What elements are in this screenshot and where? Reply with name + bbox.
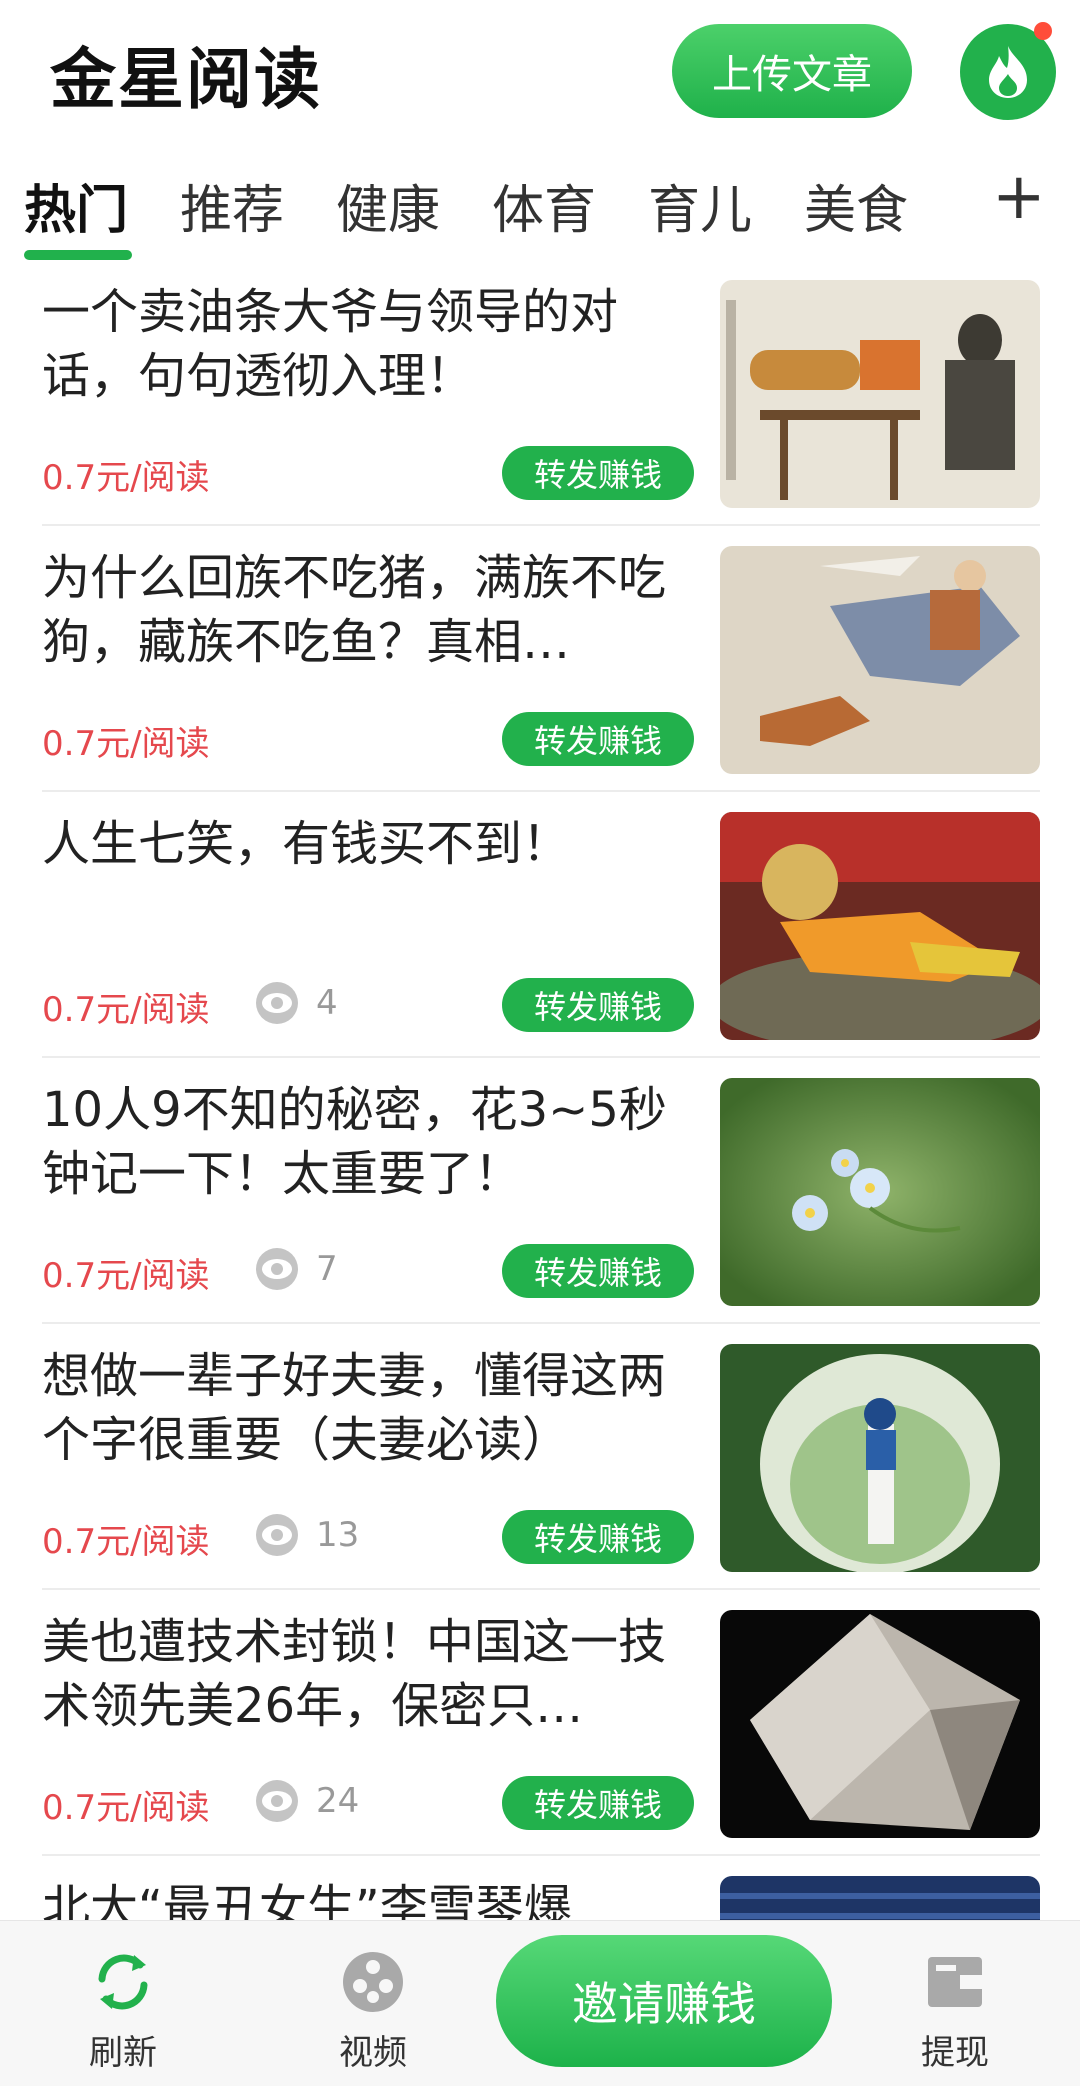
bottom-navigation: 刷新 视频 邀请赚钱 提现 [0,1920,1080,2086]
article-title: 人生七笑，有钱买不到！ [42,816,571,872]
add-category-button[interactable]: + [992,160,1046,234]
wallet-icon [928,1957,982,2007]
view-count-value: 4 [316,983,338,1023]
nav-video[interactable]: 视频 [298,1949,448,2074]
article-card[interactable]: 想做一辈子好夫妻，懂得这两个字很重要（夫妻必读） 0.7元/阅读 13 转发赚钱 [42,1324,1040,1590]
nav-withdraw[interactable]: 提现 [880,1949,1030,2074]
view-count-value: 24 [316,1781,360,1821]
nav-withdraw-label: 提现 [921,2033,989,2073]
article-thumbnail[interactable] [720,1344,1040,1572]
article-title: 一个卖油条大爷与领导的对话，句句透彻入理！ [42,284,619,404]
view-count: 7 [254,1246,338,1292]
article-card[interactable]: 10人9不知的秘密，花3~5秒钟记一下！太重要了！ 0.7元/阅读 7 转发赚钱 [42,1058,1040,1324]
nav-refresh-label: 刷新 [89,2033,157,2073]
share-earn-button[interactable]: 转发赚钱 [502,1244,694,1298]
tab-hot[interactable]: 热门 [24,168,128,243]
view-count-value: 7 [316,1249,338,1289]
article-card[interactable]: 人生七笑，有钱买不到！ 0.7元/阅读 4 转发赚钱 [42,792,1040,1058]
film-reel-icon [343,1952,403,2012]
price-per-read: 0.7元/阅读 [42,1522,210,1562]
upload-article-button[interactable]: 上传文章 [672,24,912,118]
app-title: 金星阅读 [50,41,322,118]
view-count: 4 [254,980,338,1026]
article-title: 为什么回族不吃猪，满族不吃狗，藏族不吃鱼？真相… [42,550,667,670]
article-thumbnail[interactable] [720,812,1040,1040]
article-thumbnail[interactable] [720,1876,1040,1920]
price-per-read: 0.7元/阅读 [42,1256,210,1296]
fire-icon [989,46,1027,98]
article-title: 想做一辈子好夫妻，懂得这两个字很重要（夫妻必读） [42,1348,667,1468]
share-earn-button[interactable]: 转发赚钱 [502,712,694,766]
article-title: 北大“最丑女生”李雪琴爆 [42,1880,572,1920]
view-count: 24 [254,1778,359,1824]
eye-icon [256,1514,298,1556]
article-title: 10人9不知的秘密，花3~5秒钟记一下！太重要了！ [42,1082,667,1202]
tab-food[interactable]: 美食 [804,168,908,243]
tab-health[interactable]: 健康 [336,168,440,243]
view-count-value: 13 [316,1515,360,1555]
tab-sports[interactable]: 体育 [492,168,596,243]
article-thumbnail[interactable] [720,546,1040,774]
eye-icon [256,982,298,1024]
nav-refresh[interactable]: 刷新 [48,1949,198,2074]
price-per-read: 0.7元/阅读 [42,458,210,498]
article-thumbnail[interactable] [720,1078,1040,1306]
article-card[interactable]: 北大“最丑女生”李雪琴爆 [42,1856,1040,1920]
article-title: 美也遭技术封锁！中国这一技术领先美26年，保密只… [42,1614,667,1734]
share-earn-button[interactable]: 转发赚钱 [502,1510,694,1564]
hot-fire-button[interactable] [960,22,1056,120]
refresh-icon [98,1954,148,2010]
article-feed: 一个卖油条大爷与领导的对话，句句透彻入理！ 0.7元/阅读 转发赚钱 为什么回族… [0,260,1080,1920]
category-tabs: 热门 推荐 健康 体育 育儿 美食 + [0,160,1080,270]
price-per-read: 0.7元/阅读 [42,990,210,1030]
eye-icon [256,1248,298,1290]
article-card[interactable]: 为什么回族不吃猪，满族不吃狗，藏族不吃鱼？真相… 0.7元/阅读 转发赚钱 [42,526,1040,792]
eye-icon [256,1780,298,1822]
article-thumbnail[interactable] [720,1610,1040,1838]
nav-video-label: 视频 [339,2033,407,2073]
share-earn-button[interactable]: 转发赚钱 [502,978,694,1032]
app-header: 金星阅读 上传文章 [0,0,1080,145]
active-tab-indicator [24,250,132,260]
notification-dot [1034,22,1052,40]
share-earn-button[interactable]: 转发赚钱 [502,1776,694,1830]
article-thumbnail[interactable] [720,280,1040,508]
view-count: 13 [254,1512,359,1558]
share-earn-button[interactable]: 转发赚钱 [502,446,694,500]
tab-recommend[interactable]: 推荐 [180,168,284,243]
price-per-read: 0.7元/阅读 [42,1788,210,1828]
invite-earn-button[interactable]: 邀请赚钱 [496,1935,832,2067]
price-per-read: 0.7元/阅读 [42,724,210,764]
article-card[interactable]: 美也遭技术封锁！中国这一技术领先美26年，保密只… 0.7元/阅读 24 转发赚… [42,1590,1040,1856]
tab-parenting[interactable]: 育儿 [648,168,752,243]
article-card[interactable]: 一个卖油条大爷与领导的对话，句句透彻入理！ 0.7元/阅读 转发赚钱 [42,260,1040,526]
